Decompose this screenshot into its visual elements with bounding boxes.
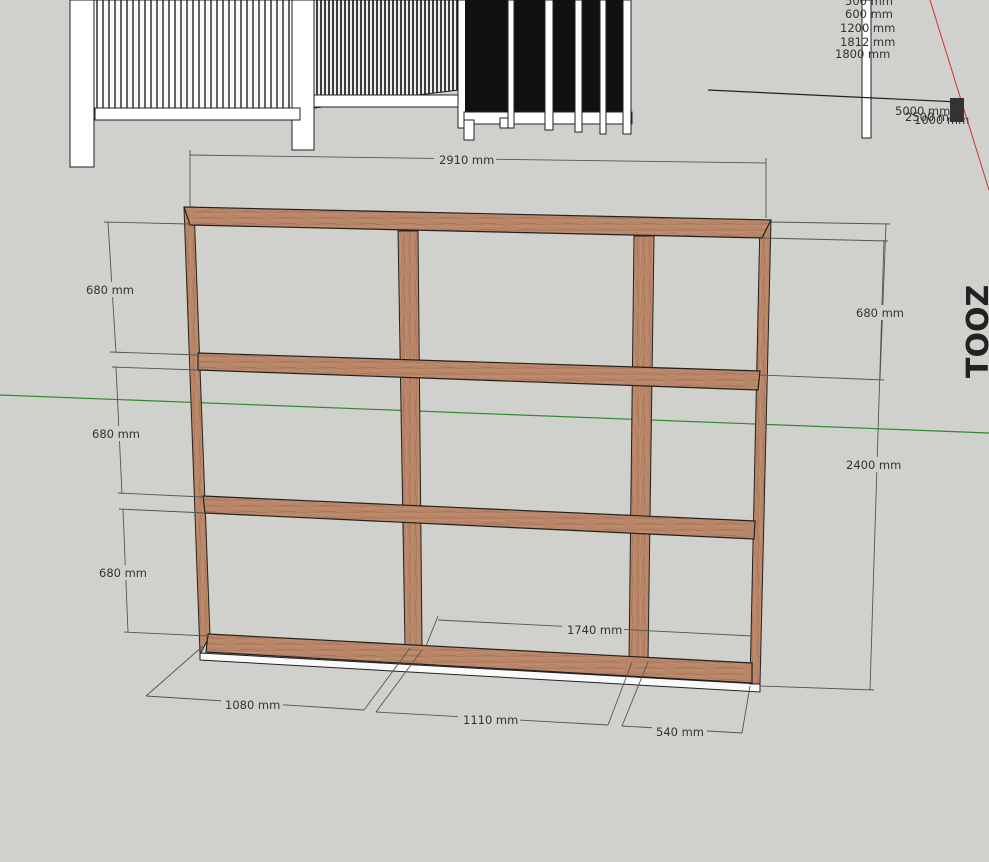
background-pergola[interactable] — [69, 0, 633, 168]
dim-left-top: 680 mm — [86, 283, 134, 297]
top-plate[interactable] — [183, 206, 772, 239]
green-axis — [0, 394, 989, 434]
inner-stud-left[interactable] — [397, 230, 423, 647]
dim-right-top: 680 mm — [856, 306, 904, 320]
left-stud[interactable] — [183, 206, 211, 656]
svg-text:1000 mm: 1000 mm — [914, 113, 969, 127]
right-stud[interactable] — [749, 219, 772, 685]
dim-bottom-mid: 1110 mm — [463, 713, 518, 727]
dim-top-width: 2910 mm — [439, 153, 494, 167]
rail-lower[interactable] — [202, 495, 756, 540]
svg-text:600 mm: 600 mm — [845, 7, 893, 21]
background-logo-object[interactable]: TOOZ — [961, 285, 989, 378]
svg-text:1200 mm: 1200 mm — [840, 21, 895, 35]
wall-frame[interactable] — [183, 206, 772, 693]
svg-text:1800 mm: 1800 mm — [835, 47, 890, 61]
dim-left-bottom: 680 mm — [99, 566, 147, 580]
inner-stud-right[interactable] — [628, 235, 655, 661]
dim-left-mid: 680 mm — [92, 427, 140, 441]
background-dimension-labels: 500 mm 600 mm 1200 mm 1812 mm 1800 mm 50… — [835, 0, 969, 127]
svg-text:TOOZ: TOOZ — [961, 285, 989, 378]
3d-viewport[interactable]: 500 mm 600 mm 1200 mm 1812 mm 1800 mm 50… — [0, 0, 989, 858]
dim-bottom-right: 540 mm — [656, 725, 704, 739]
dim-right-height: 2400 mm — [846, 458, 901, 472]
dim-bottom-left: 1080 mm — [225, 698, 280, 712]
model-canvas[interactable]: 500 mm 600 mm 1200 mm 1812 mm 1800 mm 50… — [0, 0, 989, 858]
red-axis — [929, 0, 989, 191]
rail-upper[interactable] — [197, 352, 761, 391]
dim-inner-span: 1740 mm — [567, 623, 622, 637]
